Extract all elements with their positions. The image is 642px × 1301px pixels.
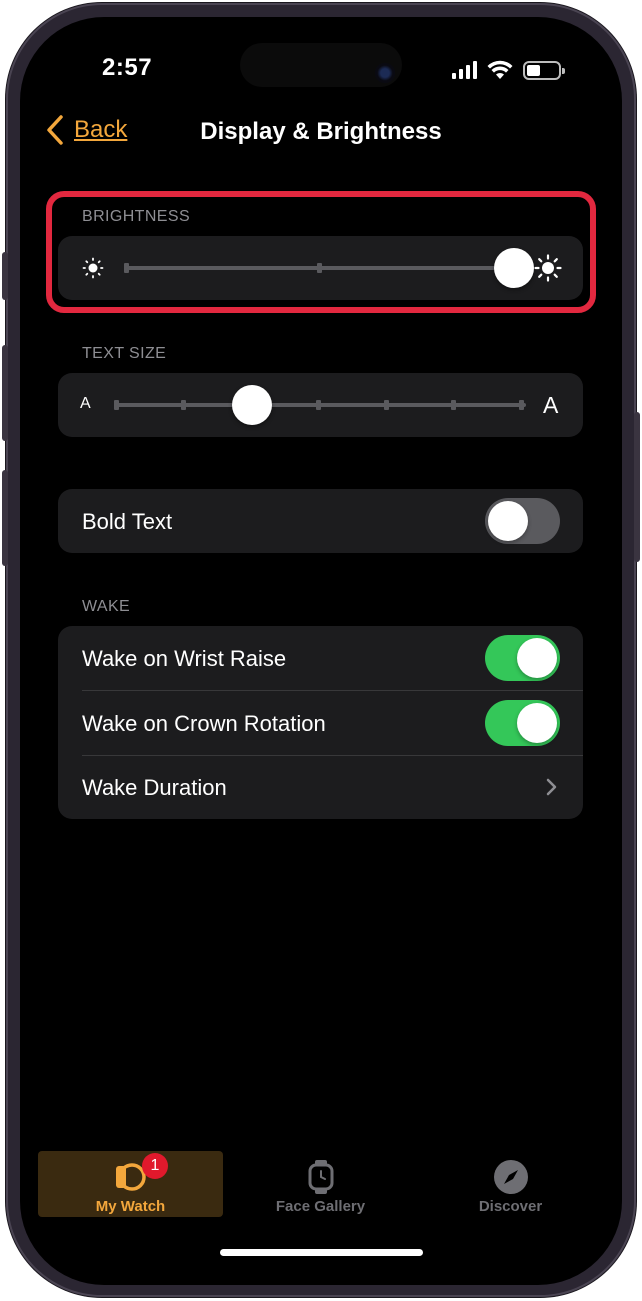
wake-crown-rotation-toggle[interactable] (485, 700, 560, 746)
bold-text-card: Bold Text (58, 489, 583, 553)
bold-text-toggle[interactable] (485, 498, 560, 544)
text-size-slider-thumb[interactable] (231, 385, 272, 425)
wake-duration-row[interactable]: Wake Duration (58, 756, 583, 819)
battery-icon (523, 60, 565, 80)
watch-face-icon (308, 1160, 333, 1194)
tab-my-watch[interactable]: 1 My Watch (38, 1151, 223, 1217)
text-size-header: TEXT SIZE (82, 345, 167, 362)
page-title: Display & Brightness (200, 118, 442, 145)
notification-badge: 1 (142, 1153, 168, 1179)
cellular-signal-icon (452, 61, 477, 79)
wake-duration-label: Wake Duration (82, 775, 227, 800)
status-time: 2:57 (102, 54, 153, 81)
text-size-card: A A (58, 373, 583, 437)
tab-discover-label: Discover (478, 1198, 543, 1215)
compass-icon (493, 1160, 528, 1194)
camera (375, 63, 395, 83)
wake-card: Wake on Wrist Raise Wake on Crown Rotati… (58, 626, 583, 819)
action-button (2, 252, 8, 300)
tab-my-watch-label: My Watch (95, 1198, 166, 1215)
wake-wrist-raise-label: Wake on Wrist Raise (82, 646, 287, 671)
text-size-large-label: A (543, 392, 559, 418)
side-button (634, 412, 640, 562)
tab-face-gallery[interactable]: Face Gallery (228, 1151, 413, 1217)
chevron-right-icon (546, 778, 557, 796)
volume-down-button (2, 470, 8, 566)
bold-text-label: Bold Text (82, 509, 173, 534)
wifi-icon (487, 60, 513, 79)
wake-header: WAKE (82, 598, 131, 615)
tab-discover[interactable]: Discover (418, 1151, 603, 1217)
wake-crown-rotation-label: Wake on Crown Rotation (82, 711, 326, 736)
wake-crown-rotation-row: Wake on Crown Rotation (58, 691, 583, 755)
highlight-annotation (46, 191, 596, 313)
wake-wrist-raise-toggle[interactable] (485, 635, 560, 681)
tab-face-gallery-label: Face Gallery (275, 1198, 366, 1215)
status-icons (452, 58, 565, 82)
wake-wrist-raise-row: Wake on Wrist Raise (58, 626, 583, 690)
volume-up-button (2, 345, 8, 441)
home-indicator[interactable] (220, 1249, 423, 1256)
text-size-slider[interactable] (114, 385, 526, 425)
text-size-small-label: A (80, 395, 91, 412)
